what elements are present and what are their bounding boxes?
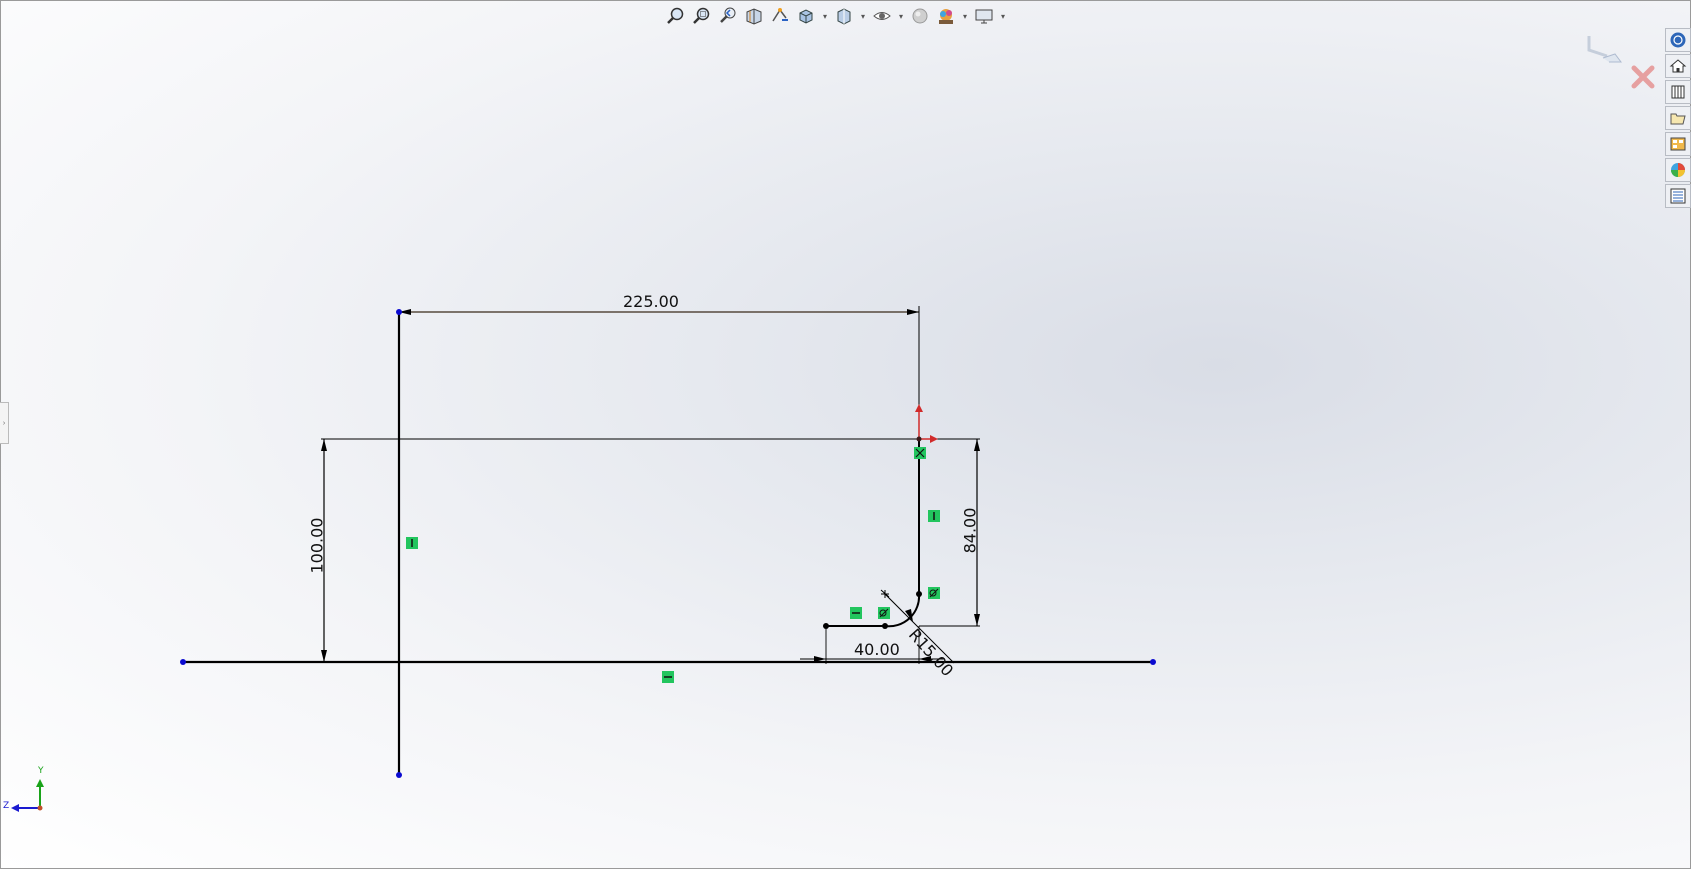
sketch-canvas <box>11 306 1156 812</box>
endpoint-top[interactable] <box>396 309 402 315</box>
relation-vertical-marker-2[interactable] <box>928 510 940 522</box>
dimension-40[interactable]: 40.00 <box>854 640 900 659</box>
reference-triad <box>11 779 44 812</box>
relation-coincident-marker[interactable] <box>914 447 926 459</box>
endpoint-left[interactable] <box>180 659 186 665</box>
dimension-225[interactable]: 225.00 <box>623 292 679 311</box>
relation-horizontal-marker[interactable] <box>662 671 674 683</box>
relation-tangent-marker[interactable] <box>928 587 940 599</box>
relation-vertical-marker[interactable] <box>406 537 418 549</box>
triad-z-label: Z <box>3 801 10 811</box>
endpoint-right[interactable] <box>1150 659 1156 665</box>
endpoint-bottom[interactable] <box>396 772 402 778</box>
dimension-84[interactable]: 84.00 <box>960 508 979 554</box>
triad-y-label: Y <box>38 766 44 776</box>
relation-tangent-marker-2[interactable] <box>878 607 890 619</box>
relation-horizontal-marker-2[interactable] <box>850 607 862 619</box>
dimension-100[interactable]: 100.00 <box>307 518 326 574</box>
sketch-origin[interactable] <box>915 404 938 443</box>
